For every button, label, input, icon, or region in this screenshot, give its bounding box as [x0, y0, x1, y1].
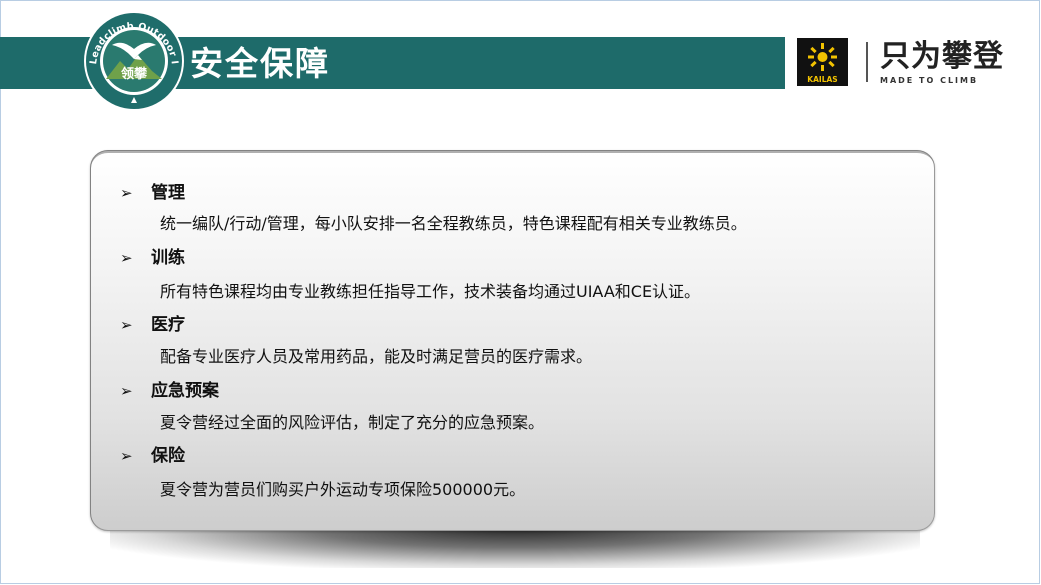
- arrow-right-icon: ➢: [120, 184, 133, 202]
- arrow-right-icon: ➢: [120, 382, 133, 400]
- page-title: 安全保障: [190, 44, 330, 83]
- list-item-detail: 夏令营经过全面的风险评估，制定了充分的应急预案。: [160, 413, 545, 432]
- slogan-divider: [866, 42, 868, 82]
- leadclimb-badge-logo: Leadclimb Outdoor Instruction Center 领攀: [82, 9, 184, 111]
- list-item-detail: 夏令营为营员们购买户外运动专项保险500000元。: [160, 480, 526, 499]
- list-item-detail: 配备专业医疗人员及常用药品，能及时满足营员的医疗需求。: [160, 347, 593, 366]
- list-item-heading: ➢ 管理: [120, 181, 185, 205]
- arrow-right-icon: ➢: [120, 249, 133, 267]
- list-item-detail: 统一编队/行动/管理，每小队安排一名全程教练员，特色课程配有相关专业教练员。: [160, 214, 747, 233]
- panel-shadow: [110, 528, 920, 568]
- item-heading-text: 应急预案: [151, 381, 219, 401]
- item-heading-text: 训练: [151, 248, 185, 268]
- arrow-right-icon: ➢: [120, 316, 133, 334]
- item-heading-text: 医疗: [151, 315, 185, 335]
- list-item-heading: ➢ 训练: [120, 246, 185, 270]
- badge-center-text: 领攀: [121, 66, 148, 82]
- item-heading-text: 保险: [151, 446, 185, 466]
- arrow-right-icon: ➢: [120, 447, 133, 465]
- kailas-logo-text: KAILAS: [807, 75, 837, 84]
- item-heading-text: 管理: [151, 183, 185, 203]
- list-item-heading: ➢ 医疗: [120, 313, 185, 337]
- list-item-detail: 所有特色课程均由专业教练担任指导工作，技术装备均通过UIAA和CE认证。: [160, 282, 701, 301]
- list-item-heading: ➢ 保险: [120, 444, 185, 468]
- slogan-main: 只为攀登: [880, 39, 1004, 74]
- content-panel: [90, 150, 935, 531]
- kailas-logo: KAILAS: [797, 38, 848, 86]
- slogan-sub: MADE TO CLIMB: [880, 76, 979, 85]
- brand-slogan: 只为攀登 MADE TO CLIMB: [866, 40, 1026, 88]
- list-item-heading: ➢ 应急预案: [120, 379, 219, 403]
